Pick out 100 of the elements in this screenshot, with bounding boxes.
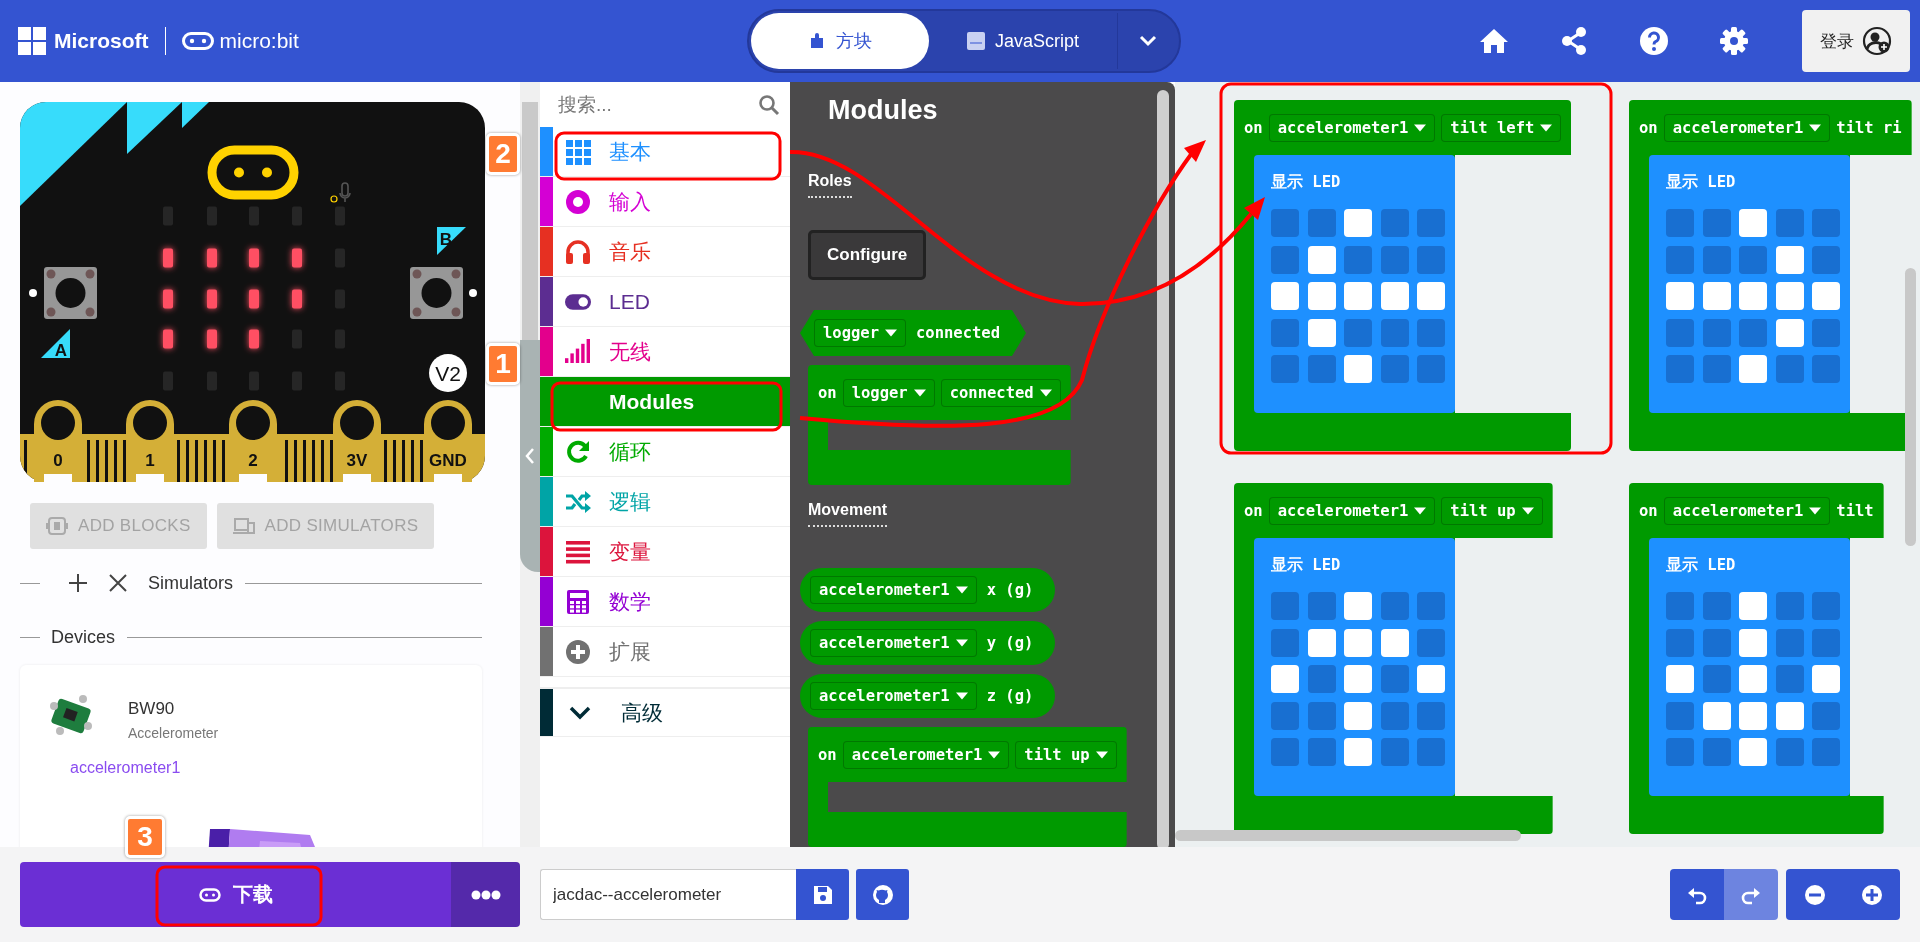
led-cell[interactable] (1307, 665, 1336, 693)
led-cell[interactable] (1812, 738, 1840, 766)
led-cell[interactable] (1775, 628, 1804, 657)
scrollbar[interactable] (1175, 830, 1521, 841)
dropdown-field[interactable]: tilt up (1441, 496, 1543, 525)
event-block[interactable]: on accelerometer1 tilt 显示 LED (1629, 483, 1884, 834)
led-cell[interactable] (1417, 592, 1445, 620)
led-cell[interactable] (1702, 355, 1731, 383)
led-cell[interactable] (1417, 628, 1445, 657)
edge-pin[interactable] (126, 400, 174, 482)
led-cell[interactable] (1739, 665, 1767, 693)
sign-in-button[interactable]: 登录 (1802, 10, 1910, 72)
led-cell[interactable] (1739, 738, 1767, 766)
led-cell[interactable] (1775, 282, 1804, 310)
dropdown-field[interactable]: accelerometer1 (1268, 496, 1436, 525)
led-cell[interactable] (1307, 209, 1336, 237)
led-cell[interactable] (1739, 245, 1767, 274)
led-cell[interactable] (1702, 592, 1731, 620)
led-cell[interactable] (1380, 701, 1409, 730)
led-cell[interactable] (1702, 701, 1731, 730)
dropdown-field[interactable]: tilt left (1441, 113, 1562, 142)
led-cell[interactable] (1271, 355, 1299, 383)
zoom-out-button[interactable] (1786, 869, 1843, 920)
led-cell[interactable] (1307, 355, 1336, 383)
led-cell[interactable] (1271, 282, 1299, 310)
toolbox-category[interactable]: 循环 (540, 427, 790, 477)
dropdown-field[interactable]: connected (940, 378, 1061, 407)
toolbox-category[interactable]: 变量 (540, 527, 790, 577)
event-block[interactable]: on logger connected (808, 365, 1071, 485)
event-block[interactable]: on accelerometer1 tilt left 显示 LED (1234, 100, 1572, 451)
toolbox-category[interactable]: 输入 (540, 177, 790, 227)
led-cell[interactable] (1417, 665, 1445, 693)
led-cell[interactable] (1344, 245, 1372, 274)
value-block[interactable]: accelerometer1 y (g) (800, 621, 1056, 665)
led-cell[interactable] (1775, 318, 1804, 347)
toolbox-category[interactable]: 扩展 (540, 627, 790, 677)
toolbox-category[interactable]: 音乐 (540, 227, 790, 277)
value-block[interactable]: accelerometer1 z (g) (800, 674, 1056, 718)
led-cell[interactable] (1271, 665, 1299, 693)
led-cell[interactable] (1702, 245, 1731, 274)
github-button[interactable] (856, 869, 909, 920)
led-cell[interactable] (1344, 209, 1372, 237)
led-cell[interactable] (1344, 738, 1372, 766)
editor-tab[interactable]: JavaScript (928, 13, 1117, 69)
led-cell[interactable] (1666, 592, 1694, 620)
led-cell[interactable] (1739, 628, 1767, 657)
led-cell[interactable] (1666, 245, 1694, 274)
event-block[interactable]: on accelerometer1 tilt up (808, 727, 1127, 847)
led-cell[interactable] (1380, 282, 1409, 310)
led-cell[interactable] (1739, 701, 1767, 730)
dropdown-field[interactable]: accelerometer1 (1663, 496, 1831, 525)
led-cell[interactable] (1666, 355, 1694, 383)
edge-pin[interactable] (34, 400, 82, 482)
led-cell[interactable] (1271, 738, 1299, 766)
dropdown-field[interactable]: accelerometer1 (1268, 113, 1436, 142)
led-cell[interactable] (1307, 282, 1336, 310)
led-cell[interactable] (1812, 355, 1840, 383)
led-cell[interactable] (1739, 209, 1767, 237)
save-button[interactable] (796, 869, 849, 920)
led-cell[interactable] (1812, 592, 1840, 620)
toolbox-category[interactable]: 高级 (540, 687, 790, 737)
led-cell[interactable] (1739, 282, 1767, 310)
led-cell[interactable] (1271, 318, 1299, 347)
edge-pin[interactable] (424, 400, 472, 482)
undo-button[interactable] (1670, 869, 1724, 920)
push-button[interactable] (410, 267, 463, 319)
led-cell[interactable] (1666, 318, 1694, 347)
dropdown-field[interactable]: tilt up (1015, 740, 1117, 769)
led-cell[interactable] (1344, 355, 1372, 383)
toolbox-category[interactable]: Modules (540, 377, 790, 427)
led-cell[interactable] (1775, 355, 1804, 383)
led-cell[interactable] (1812, 628, 1840, 657)
led-cell[interactable] (1775, 245, 1804, 274)
led-cell[interactable] (1775, 592, 1804, 620)
zoom-in-button[interactable] (1843, 869, 1900, 920)
dropdown-field[interactable]: logger (814, 319, 906, 347)
more-button[interactable] (451, 862, 520, 927)
led-cell[interactable] (1739, 318, 1767, 347)
dropdown-field[interactable]: accelerometer1 (810, 576, 977, 604)
show-leds-block[interactable]: 显示 LED (1649, 538, 1850, 796)
led-cell[interactable] (1307, 592, 1336, 620)
led-cell[interactable] (1271, 245, 1299, 274)
toolbox-category[interactable]: LED (540, 277, 790, 327)
led-cell[interactable] (1380, 665, 1409, 693)
led-cell[interactable] (1702, 282, 1731, 310)
push-button[interactable] (44, 267, 97, 319)
led-cell[interactable] (1702, 318, 1731, 347)
led-cell[interactable] (1380, 592, 1409, 620)
led-cell[interactable] (1417, 209, 1445, 237)
led-cell[interactable] (1344, 701, 1372, 730)
edge-pin[interactable] (333, 400, 381, 482)
dropdown-field[interactable]: logger (842, 378, 935, 407)
led-cell[interactable] (1344, 592, 1372, 620)
led-cell[interactable] (1702, 628, 1731, 657)
scrollbar[interactable] (522, 102, 538, 340)
led-cell[interactable] (1344, 282, 1372, 310)
dropdown-field[interactable]: accelerometer1 (810, 682, 977, 710)
led-cell[interactable] (1666, 701, 1694, 730)
led-cell[interactable] (1775, 665, 1804, 693)
led-cell[interactable] (1417, 738, 1445, 766)
